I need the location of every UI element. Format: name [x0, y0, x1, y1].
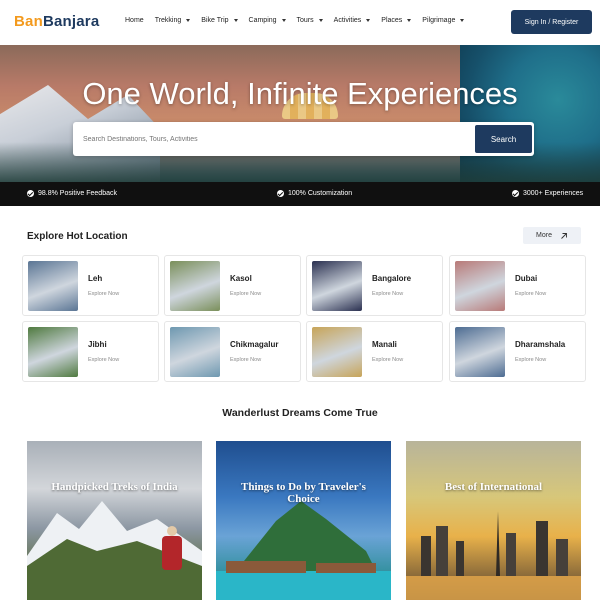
search-input[interactable] — [83, 131, 463, 147]
promo-title: Best of International — [444, 481, 543, 493]
explore-now-link[interactable]: Explore Now — [88, 357, 119, 363]
arrow-up-right-icon — [560, 232, 568, 240]
explore-section-title: Explore Hot Location — [27, 231, 128, 242]
sign-in-register-button[interactable]: Sign In / Register — [511, 10, 592, 34]
location-card-manali[interactable]: Manali Explore Now — [306, 321, 443, 382]
hero-title: One World, Infinite Experiences — [82, 76, 518, 111]
chevron-down-icon — [233, 19, 238, 22]
main-nav: Home Trekking Bike Trip Camping Tours Activit… — [125, 17, 465, 24]
check-circle-icon — [277, 190, 284, 197]
explore-now-link[interactable]: Explore Now — [372, 291, 403, 297]
location-thumbnail — [312, 327, 362, 377]
nav-item-label: Tours — [296, 17, 314, 24]
search-box — [73, 122, 534, 156]
nav-item-label: Camping — [248, 17, 277, 24]
check-circle-icon — [512, 190, 519, 197]
chevron-down-icon — [407, 19, 412, 22]
location-name: Manali — [372, 340, 397, 349]
chevron-down-icon — [318, 19, 323, 22]
location-card-kasol[interactable]: Kasol Explore Now — [164, 255, 301, 316]
explore-now-link[interactable]: Explore Now — [372, 357, 403, 363]
location-name: Leh — [88, 274, 103, 283]
nav-item-places[interactable]: Places — [381, 17, 412, 24]
explore-now-link[interactable]: Explore Now — [230, 357, 261, 363]
explore-now-link[interactable]: Explore Now — [515, 357, 546, 363]
more-button-label: More — [536, 232, 552, 239]
nav-item-trekking[interactable]: Trekking — [155, 17, 191, 24]
location-thumbnail — [170, 327, 220, 377]
search-button[interactable]: Search — [475, 125, 532, 153]
location-name: Kasol — [230, 274, 252, 283]
feature-item: 98.8% Positive Feedback — [27, 190, 117, 197]
nav-item-tours[interactable]: Tours — [297, 17, 323, 24]
hero-banner — [0, 45, 600, 182]
location-thumbnail — [455, 261, 505, 311]
chevron-down-icon — [281, 19, 286, 22]
chevron-down-icon — [366, 19, 371, 22]
location-thumbnail — [455, 327, 505, 377]
brand-logo[interactable]: BanBanjara — [14, 13, 99, 30]
site-header: BanBanjara Home Trekking Bike Trip Camping T… — [0, 0, 600, 45]
check-circle-icon — [27, 190, 34, 197]
location-card-chikmagalur[interactable]: Chikmagalur Explore Now — [164, 321, 301, 382]
feature-label: 3000+ Experiences — [523, 190, 584, 197]
more-button[interactable]: More — [523, 227, 581, 244]
explore-now-link[interactable]: Explore Now — [88, 291, 119, 297]
promo-card-things-to-do[interactable]: Things to Do by Traveler's Choice — [216, 441, 391, 600]
promo-card-treks[interactable]: Handpicked Treks of India — [27, 441, 202, 600]
location-name: Dubai — [515, 274, 538, 283]
promo-title: Handpicked Treks of India — [51, 481, 178, 493]
explore-now-link[interactable]: Explore Now — [230, 291, 261, 297]
location-card-jibhi[interactable]: Jibhi Explore Now — [22, 321, 159, 382]
location-card-bangalore[interactable]: Bangalore Explore Now — [306, 255, 443, 316]
nav-item-label: Activities — [333, 17, 362, 24]
location-thumbnail — [28, 261, 78, 311]
nav-item-home[interactable]: Home — [125, 17, 144, 24]
nav-item-label: Home — [125, 17, 144, 24]
feature-bar: 98.8% Positive Feedback 100% Customizati… — [0, 182, 600, 206]
location-thumbnail — [28, 327, 78, 377]
location-name: Bangalore — [372, 274, 412, 283]
nav-item-bike-trip[interactable]: Bike Trip — [201, 17, 238, 24]
feature-item: 100% Customization — [277, 190, 352, 197]
feature-label: 98.8% Positive Feedback — [38, 190, 117, 197]
location-thumbnail — [170, 261, 220, 311]
nav-item-label: Pilgrimage — [422, 17, 456, 24]
location-name: Chikmagalur — [230, 340, 279, 349]
nav-item-activities[interactable]: Activities — [334, 17, 371, 24]
feature-label: 100% Customization — [288, 190, 353, 197]
skyline-image — [406, 511, 581, 600]
brand-logo-part1: Ban — [14, 13, 43, 30]
feature-item: 3000+ Experiences — [512, 190, 583, 197]
location-name: Jibhi — [88, 340, 107, 349]
location-thumbnail — [312, 261, 362, 311]
location-card-leh[interactable]: Leh Explore Now — [22, 255, 159, 316]
chevron-down-icon — [460, 19, 465, 22]
nav-item-label: Places — [381, 17, 403, 24]
chevron-down-icon — [186, 19, 191, 22]
location-name: Dharamshala — [515, 340, 566, 349]
explore-now-link[interactable]: Explore Now — [515, 291, 546, 297]
nav-item-label: Trekking — [154, 17, 182, 24]
island-image — [216, 501, 391, 600]
nav-item-label: Bike Trip — [201, 17, 229, 24]
brand-logo-part2: Banjara — [42, 13, 100, 30]
dreams-section-title: Wanderlust Dreams Come True — [222, 407, 378, 419]
nav-item-pilgrimage[interactable]: Pilgrimage — [422, 17, 465, 24]
promo-title: Things to Do by Traveler's Choice — [241, 481, 366, 505]
nav-item-camping[interactable]: Camping — [249, 17, 286, 24]
location-card-dharamshala[interactable]: Dharamshala Explore Now — [449, 321, 586, 382]
mountain-image — [27, 501, 202, 600]
location-card-dubai[interactable]: Dubai Explore Now — [449, 255, 586, 316]
promo-card-international[interactable]: Best of International — [406, 441, 581, 600]
